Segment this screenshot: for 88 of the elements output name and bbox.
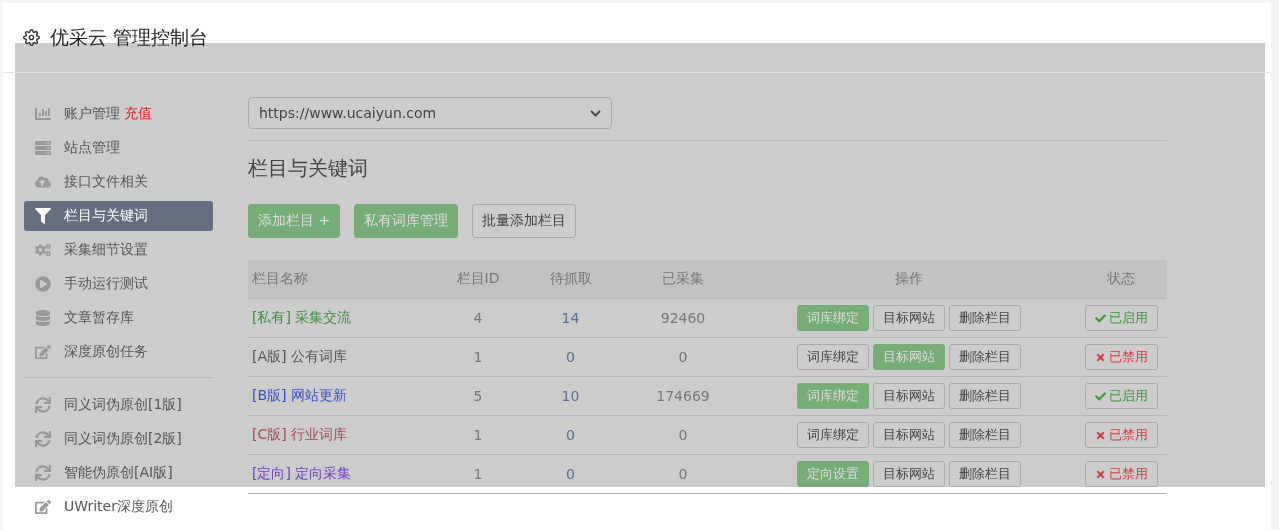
table-cell: 92460 [623,299,743,338]
sidebar-item[interactable]: 文章暂存库 [24,303,213,333]
table-cell: [B版] 网站更新 [248,377,438,416]
column-header: 状态 [1075,260,1167,299]
table-cell: 174669 [623,377,743,416]
column-header: 栏目名称 [248,260,438,299]
column-header: 操作 [743,260,1075,299]
table-cell: 14 [518,299,623,338]
sidebar-item[interactable]: 手动运行测试 [24,269,213,299]
refresh-icon [34,465,52,481]
action-button[interactable]: 删除栏目 [949,422,1021,448]
status-button[interactable]: 已禁用 [1084,344,1158,370]
table-cell: 1 [438,416,518,455]
table-cell: 0 [623,416,743,455]
chevron-down-icon [590,109,601,117]
edit-icon [34,499,52,515]
status-button[interactable]: 已禁用 [1084,461,1158,487]
edit-icon [34,344,52,360]
table-cell: [A版] 公有词库 [248,338,438,377]
action-button[interactable]: 删除栏目 [949,344,1021,370]
server-icon [34,140,52,156]
sidebar-item[interactable]: UWriter深度原创 [24,492,213,522]
sidebar-item-label: 站点管理 [64,139,120,157]
settings-icon [23,29,40,46]
table-cell: 4 [438,299,518,338]
chart-icon [34,106,52,122]
sidebar-item-label: 文章暂存库 [64,309,134,327]
cross-icon [1094,429,1106,441]
table-cell: 0 [518,338,623,377]
action-button[interactable]: 词库绑定 [797,422,869,448]
sidebar-item-label: 账户管理 [64,105,120,123]
table-cell: 5 [438,377,518,416]
sidebar-item-label: UWriter深度原创 [64,498,173,516]
sidebar-item-label: 智能伪原创[AI版] [64,464,173,482]
table-cell: [私有] 采集交流 [248,299,438,338]
check-icon [1094,390,1106,402]
sidebar-item[interactable]: 账户管理 充值 [24,99,213,129]
section-heading: 栏目与关键词 [248,155,369,182]
sidebar-item[interactable]: 接口文件相关 [24,167,213,197]
sidebar-item[interactable]: 栏目与关键词 [24,201,213,231]
cloud-upload-icon [34,174,52,190]
sidebar-item[interactable]: 同义词伪原创[2版] [24,424,213,454]
table-cell: 0 [518,416,623,455]
sidebar-item[interactable]: 站点管理 [24,133,213,163]
site-select[interactable]: https://www.ucaiyun.com [248,97,612,129]
refresh-icon [34,397,52,413]
action-button[interactable]: 目标网站 [873,305,945,331]
sidebar-item-label: 采集细节设置 [64,241,148,259]
gears-icon [34,242,52,258]
action-button[interactable]: 目标网站 [873,383,945,409]
console-title: 优采云 管理控制台 [50,24,209,50]
action-button[interactable]: 词库绑定 [797,344,869,370]
status-button[interactable]: 已禁用 [1084,422,1158,448]
sidebar-item[interactable]: 同义词伪原创[1版] [24,390,213,420]
table-cell: 0 [623,338,743,377]
action-button[interactable]: 目标网站 [873,422,945,448]
refresh-icon [34,431,52,447]
sidebar-item-label: 栏目与关键词 [64,207,148,225]
column-header: 栏目ID [438,260,518,299]
sidebar-item-label: 同义词伪原创[2版] [64,430,182,448]
table-cell: [定向] 定向采集 [248,455,438,494]
sidebar-item[interactable]: 智能伪原创[AI版] [24,458,213,488]
table-cell: [C版] 行业词库 [248,416,438,455]
action-button[interactable]: 删除栏目 [949,383,1021,409]
action-button[interactable]: 删除栏目 [949,461,1021,487]
sidebar-item-label: 接口文件相关 [64,173,148,191]
sidebar-item[interactable]: 采集细节设置 [24,235,213,265]
column-header: 待抓取 [518,260,623,299]
action-button[interactable]: 目标网站 [873,461,945,487]
check-icon [1094,312,1106,324]
cross-icon [1094,351,1106,363]
sidebar-item-label: 同义词伪原创[1版] [64,396,182,414]
table-cell: 0 [623,455,743,494]
table-cell: 0 [518,455,623,494]
database-icon [34,310,52,326]
table-cell: 1 [438,338,518,377]
action-button[interactable]: 删除栏目 [949,305,1021,331]
recharge-link[interactable]: 充值 [124,105,152,123]
table-cell: 1 [438,455,518,494]
cross-icon [1094,468,1106,480]
play-icon [34,276,52,292]
column-header: 已采集 [623,260,743,299]
table-cell: 10 [518,377,623,416]
sidebar-item-label: 手动运行测试 [64,275,148,293]
sidebar-item[interactable]: 深度原创任务 [24,337,213,367]
toolbar-button[interactable]: 批量添加栏目 [472,204,577,238]
sidebar-item-label: 深度原创任务 [64,343,148,361]
filter-icon [34,208,52,224]
